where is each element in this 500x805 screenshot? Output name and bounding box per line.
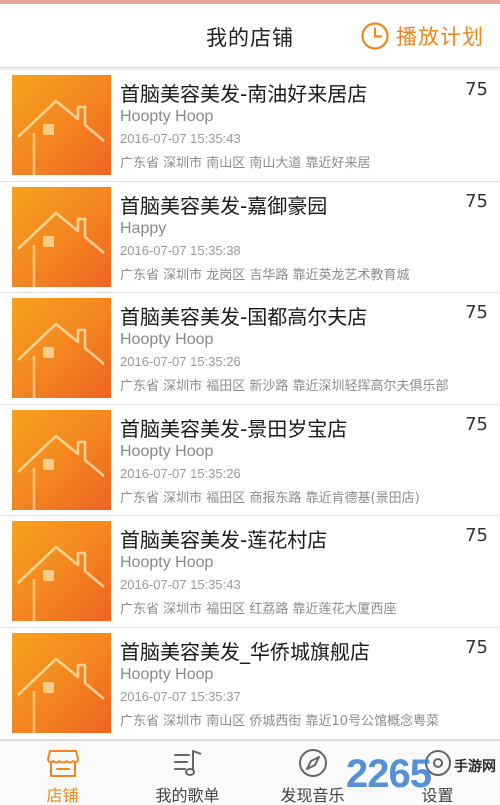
store-current-song: Hoopty Hoop xyxy=(120,108,214,125)
store-thumbnail xyxy=(12,186,111,287)
compass-icon xyxy=(298,749,327,777)
store-thumbnail xyxy=(12,75,111,175)
clock-icon xyxy=(361,22,389,50)
store-address: 广东省 深圳市 龙岗区 吉华路 靠近英龙艺术教育城 xyxy=(120,267,410,283)
store-address: 广东省 深圳市 南山区 侨城西街 靠近10号公馆概念粤菜 xyxy=(120,713,440,729)
store-timestamp: 2016-07-07 15:35:43 xyxy=(120,131,241,146)
tab-settings[interactable]: 设置 xyxy=(375,741,500,805)
store-name: 首脑美容美发-南油好来居店 xyxy=(120,82,368,106)
store-song-count: 75 xyxy=(465,525,488,547)
store-timestamp: 2016-07-07 15:35:38 xyxy=(120,242,241,258)
store-timestamp: 2016-07-07 15:35:37 xyxy=(120,688,241,704)
store-address: 广东省 深圳市 福田区 新沙路 靠近深圳轻挥高尔夫俱乐部 xyxy=(120,379,449,395)
store-name: 首脑美容美发_华侨城旗舰店 xyxy=(120,639,370,664)
store-address: 广东省 深圳市 福田区 红荔路 靠近莲花大厦西座 xyxy=(120,602,397,618)
store-item[interactable]: 首脑美容美发-南油好来居店 75 Hoopty Hoop 2016-07-07 … xyxy=(0,70,500,182)
store-song-count: 75 xyxy=(465,413,488,435)
store-current-song: Hoopty Hoop xyxy=(120,331,214,349)
store-thumbnail xyxy=(12,298,111,399)
store-icon xyxy=(46,750,79,777)
store-timestamp: 2016-07-07 15:35:26 xyxy=(120,354,241,370)
store-current-song: Hoopty Hoop xyxy=(120,554,214,572)
store-current-song: Happy xyxy=(120,219,167,237)
tab-discover-music[interactable]: 发现音乐 xyxy=(250,741,375,805)
play-schedule-button[interactable]: 播放计划 xyxy=(360,18,484,54)
house-icon xyxy=(17,99,105,175)
tab-my-playlist-label: 我的歌单 xyxy=(155,786,220,805)
store-current-song: Hoopty Hoop xyxy=(120,442,214,460)
tab-store[interactable]: 店铺 xyxy=(0,741,125,805)
tab-settings-label: 设置 xyxy=(421,786,454,805)
store-name: 首脑美容美发-莲花村店 xyxy=(120,528,328,553)
store-item[interactable]: 首脑美容美发-嘉御豪园 75 Happy 2016-07-07 15:35:38… xyxy=(0,181,500,294)
bottom-tab-bar: 店铺 我的歌单 发现音乐 设置 xyxy=(0,740,500,805)
store-timestamp: 2016-07-07 15:35:43 xyxy=(120,577,241,593)
house-icon xyxy=(17,322,105,399)
store-item[interactable]: 首脑美容美发-国都高尔夫店 75 Hoopty Hoop 2016-07-07 … xyxy=(0,293,500,405)
store-current-song: Hoopty Hoop xyxy=(120,665,214,683)
store-song-count: 75 xyxy=(465,636,488,658)
store-address: 广东省 深圳市 南山区 南山大道 靠近好来居 xyxy=(120,156,371,171)
store-thumbnail xyxy=(12,521,111,622)
store-name: 首脑美容美发-嘉御豪园 xyxy=(120,193,328,218)
tab-discover-music-label: 发现音乐 xyxy=(280,786,345,805)
playlist-icon xyxy=(173,750,201,776)
house-icon xyxy=(17,434,105,510)
store-timestamp: 2016-07-07 15:35:26 xyxy=(120,465,241,481)
store-address: 广东省 深圳市 福田区 商报东路 靠近肯德基(景田店) xyxy=(120,490,420,506)
store-song-count: 75 xyxy=(465,79,488,100)
store-song-count: 75 xyxy=(465,302,488,324)
app-header: 我的店铺 播放计划 xyxy=(0,4,500,68)
store-thumbnail xyxy=(12,409,111,510)
store-item[interactable]: 首脑美容美发-景田岁宝店 75 Hoopty Hoop 2016-07-07 1… xyxy=(0,404,500,517)
house-icon xyxy=(17,211,105,287)
settings-icon xyxy=(424,750,451,776)
store-thumbnail xyxy=(12,632,111,733)
store-list: 首脑美容美发-南油好来居店 75 Hoopty Hoop 2016-07-07 … xyxy=(0,70,500,740)
tab-store-label: 店铺 xyxy=(46,786,79,805)
store-item[interactable]: 首脑美容美发-莲花村店 75 Hoopty Hoop 2016-07-07 15… xyxy=(0,516,500,628)
house-icon xyxy=(17,657,105,733)
play-schedule-label: 播放计划 xyxy=(396,25,484,49)
house-icon xyxy=(17,546,105,622)
store-name: 首脑美容美发-国都高尔夫店 xyxy=(120,305,368,330)
tab-my-playlist[interactable]: 我的歌单 xyxy=(125,741,250,805)
store-song-count: 75 xyxy=(465,190,488,212)
store-name: 首脑美容美发-景田岁宝店 xyxy=(120,416,348,441)
store-item[interactable]: 首脑美容美发_华侨城旗舰店 75 Hoopty Hoop 2016-07-07 … xyxy=(0,627,500,740)
